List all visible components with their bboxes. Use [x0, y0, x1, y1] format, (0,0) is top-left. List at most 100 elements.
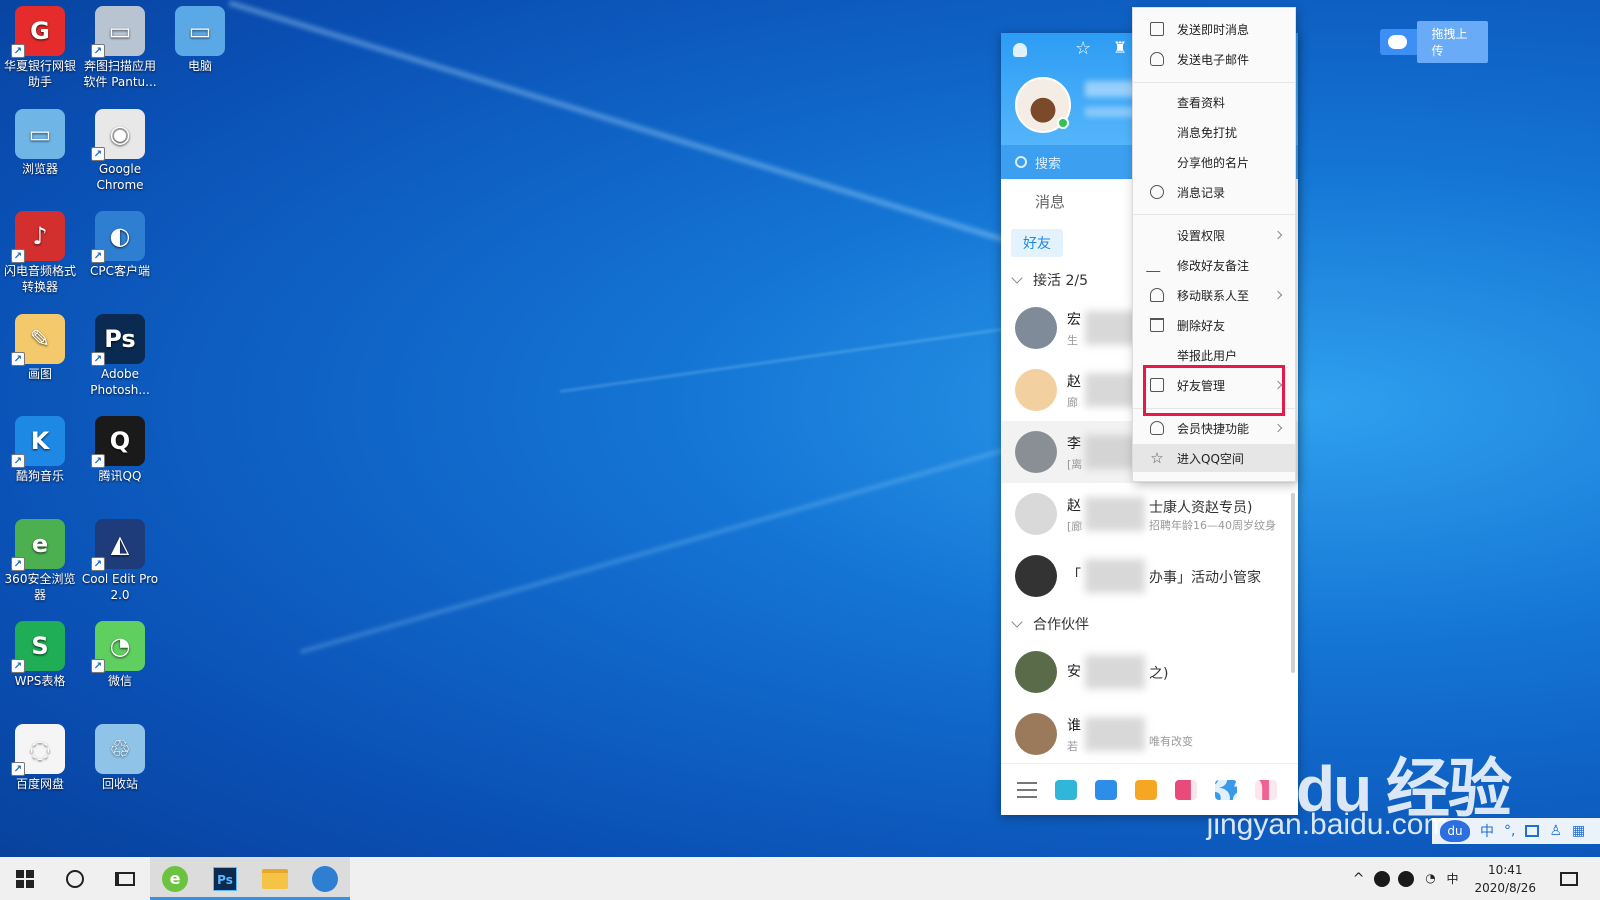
ime-punct-icon[interactable]: °,	[1504, 823, 1515, 839]
baidu-ime-logo[interactable]: du	[1440, 820, 1470, 842]
context-menu-item[interactable]: 好友管理	[1133, 371, 1295, 399]
wallpaper-light-beam	[228, 0, 1091, 269]
file-transfer-icon[interactable]	[1095, 779, 1117, 800]
person-icon	[1150, 288, 1164, 302]
subtab-friends[interactable]: 好友	[1011, 229, 1063, 257]
show-hidden-icons-button[interactable]: ^	[1353, 871, 1365, 887]
icon-glyph: ✎	[29, 325, 51, 353]
qq-tray-icon[interactable]	[1398, 870, 1415, 887]
context-menu-item[interactable]: 会员快捷功能	[1133, 414, 1295, 442]
kugou-icon: K ↗	[11, 416, 65, 468]
network-icon[interactable]: ◔	[1422, 871, 1438, 887]
drag-upload-button[interactable]: 拖拽上传	[1380, 21, 1488, 63]
desktop-shortcut[interactable]: ♪ ↗ 闪电音频格式转换器	[0, 207, 80, 295]
context-menu-item[interactable]: ☆ 进入QQ空间	[1133, 444, 1295, 472]
clock[interactable]: 10:41 2020/8/26	[1474, 861, 1536, 897]
context-menu-item[interactable]: 举报此用户	[1133, 341, 1295, 369]
input-method-indicator[interactable]: 中	[1446, 870, 1458, 887]
desktop-shortcut[interactable]: ♲ 回收站	[80, 720, 160, 792]
desktop-shortcut[interactable]: K ↗ 酷狗音乐	[0, 412, 80, 484]
context-menu-item[interactable]: 修改好友备注	[1133, 251, 1295, 279]
contact-avatar	[1015, 307, 1057, 349]
desktop-shortcut[interactable]: S ↗ WPS表格	[0, 617, 80, 689]
taskbar-app-360-browser[interactable]: e	[150, 857, 200, 900]
context-menu-item[interactable]: 设置权限	[1133, 221, 1295, 249]
icon-glyph: K	[30, 427, 50, 455]
desktop-shortcut[interactable]: ▭ ↗ 奔图扫描应用软件 Pantu...	[80, 2, 160, 90]
skin-icon[interactable]: ♜	[1113, 38, 1127, 57]
shortcut-arrow-icon: ↗	[91, 352, 105, 366]
notification-bell-icon[interactable]	[1013, 43, 1027, 57]
shortcut-arrow-icon: ↗	[11, 352, 25, 366]
contact-avatar	[1015, 369, 1057, 411]
taskbar-app-cpc[interactable]	[300, 857, 350, 900]
cortana-icon	[66, 869, 84, 888]
system-tray: ^ ◔ 中 10:41 2020/8/26	[1347, 857, 1600, 900]
desktop-shortcut[interactable]: Ps ↗ Adobe Photosh...	[80, 310, 160, 398]
desktop-shortcut[interactable]: ◌ ↗ 百度网盘	[0, 720, 80, 792]
menu-item-label: 进入QQ空间	[1177, 451, 1244, 466]
contact-row[interactable]: 赵 [廊 士康人资赵专员) 招聘年龄16—40周岁纹身	[1001, 483, 1298, 545]
shortcut-arrow-icon: ↗	[11, 249, 25, 263]
contact-blurred-info	[1085, 497, 1145, 531]
task-view-button[interactable]	[100, 857, 150, 900]
add-friend-icon[interactable]	[1055, 779, 1077, 800]
desktop-shortcut-label: 酷狗音乐	[15, 469, 64, 483]
icon-glyph: ◔	[109, 632, 131, 660]
cortana-button[interactable]	[50, 857, 100, 900]
menu-item-label: 修改好友备注	[1177, 258, 1250, 273]
desktop-shortcut[interactable]: ◉ ↗ Google Chrome	[80, 105, 160, 193]
contact-name-tail: 士康人资赵专员)	[1149, 500, 1253, 516]
context-menu-item[interactable]: 发送电子邮件	[1133, 45, 1295, 73]
context-menu-item[interactable]: 分享他的名片	[1133, 148, 1295, 176]
desktop-shortcut-label: 闪电音频格式转换器	[3, 264, 76, 294]
favorite-star-icon[interactable]: ☆	[1075, 38, 1091, 59]
group-header[interactable]: 合作伙伴	[1001, 607, 1298, 641]
contact-row[interactable]: 「 办事」活动小管家	[1001, 545, 1298, 607]
desktop-shortcut[interactable]: ✎ ↗ 画图	[0, 310, 80, 382]
desktop-shortcut[interactable]: ◔ ↗ 微信	[80, 617, 160, 689]
context-menu-item[interactable]: 查看资料	[1133, 88, 1295, 116]
context-menu-item[interactable]: 消息免打扰	[1133, 118, 1295, 146]
tab-messages[interactable]: 消息	[1035, 191, 1065, 212]
taskbar-app-photoshop[interactable]: Ps	[200, 857, 250, 900]
desktop-shortcut-label: 微信	[107, 674, 132, 688]
desktop-shortcut[interactable]: ◭ ↗ Cool Edit Pro 2.0	[80, 515, 160, 603]
desktop-shortcut[interactable]: e ↗ 360安全浏览器	[0, 515, 80, 603]
desktop-shortcut-label: 腾讯QQ	[98, 469, 142, 483]
user-avatar[interactable]	[1015, 77, 1071, 133]
action-center-icon[interactable]	[1560, 871, 1578, 886]
icon-glyph: ▭	[188, 17, 212, 45]
desktop-shortcut[interactable]: Q ↗ 腾讯QQ	[80, 412, 160, 484]
ime-language[interactable]: 中	[1480, 821, 1494, 841]
desktop-shortcut[interactable]: ▭ 电脑	[160, 2, 240, 74]
recycle-bin-icon: ♲	[95, 724, 145, 774]
search-placeholder: 搜索	[1035, 156, 1062, 172]
icon-glyph: ◐	[109, 222, 131, 250]
context-menu-item[interactable]: 移动联系人至	[1133, 281, 1295, 309]
context-menu-item[interactable]: 发送即时消息	[1133, 15, 1295, 43]
start-button[interactable]	[0, 857, 50, 900]
desktop-shortcut[interactable]: ▭ 浏览器	[0, 105, 80, 177]
context-menu-item[interactable]: 消息记录	[1133, 178, 1295, 206]
main-menu-icon[interactable]	[1017, 781, 1037, 798]
game-icon[interactable]	[1135, 779, 1157, 800]
shortcut-arrow-icon: ↗	[11, 557, 25, 571]
icon-glyph: e	[31, 530, 49, 558]
taskbar-app-file-explorer[interactable]	[250, 857, 300, 900]
contact-avatar	[1015, 493, 1057, 535]
desktop-shortcut[interactable]: ◐ ↗ CPC客户端	[80, 207, 160, 279]
scrollbar[interactable]	[1291, 493, 1295, 673]
watermark-url: jingyan.baidu.com	[1206, 808, 1449, 841]
ime-keyboard-icon[interactable]	[1525, 825, 1540, 837]
desktop-shortcut[interactable]: G ↗ 华夏银行网银助手	[0, 2, 80, 90]
wallpaper-light-beam	[560, 320, 1056, 393]
cpc-client-icon	[312, 865, 338, 892]
ime-user-icon[interactable]: ♙	[1549, 823, 1562, 839]
contact-row[interactable]: 安 之)	[1001, 641, 1298, 703]
qq-tray-icon[interactable]	[1374, 870, 1391, 887]
ime-grid-icon[interactable]: ▦	[1572, 823, 1585, 839]
context-menu-item[interactable]: 删除好友	[1133, 311, 1295, 339]
desktop-shortcut-label: 360安全浏览器	[4, 572, 76, 602]
contact-name-tail: 办事」活动小管家	[1149, 570, 1261, 586]
